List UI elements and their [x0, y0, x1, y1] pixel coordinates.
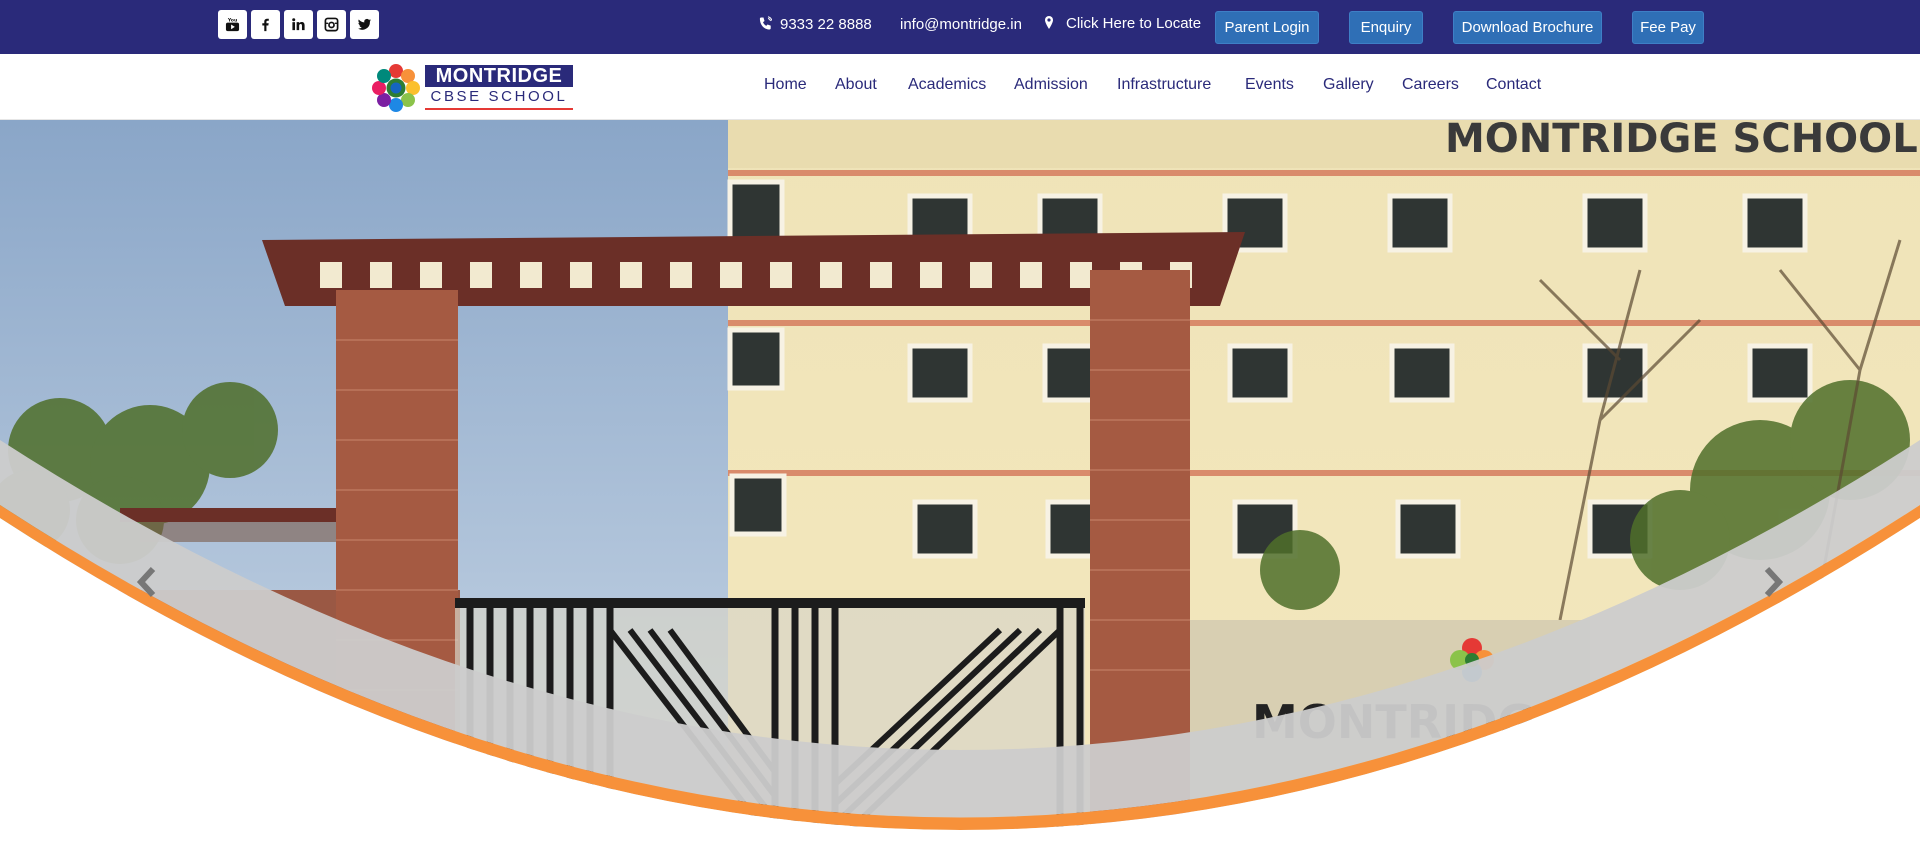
- youtube-icon[interactable]: You: [218, 10, 247, 39]
- phone-contact[interactable]: 9333 22 8888: [758, 0, 872, 48]
- social-links: You: [218, 10, 379, 39]
- logo-title: MONTRIDGE: [425, 65, 573, 87]
- facebook-icon[interactable]: [251, 10, 280, 39]
- email-address: info@montridge.in: [900, 15, 1022, 33]
- nav-events[interactable]: Events: [1245, 76, 1294, 94]
- locate-link[interactable]: Click Here to Locate: [1042, 0, 1201, 47]
- logo-underline: [425, 108, 573, 110]
- phone-icon: [758, 16, 772, 32]
- enquiry-button[interactable]: Enquiry: [1349, 11, 1423, 44]
- nav-academics[interactable]: Academics: [908, 76, 986, 94]
- email-contact[interactable]: info@montridge.in: [900, 0, 1022, 48]
- nav-admission[interactable]: Admission: [1014, 76, 1088, 94]
- fee-pay-button[interactable]: Fee Pay: [1632, 11, 1704, 44]
- map-marker-icon: [1042, 15, 1056, 31]
- school-logo[interactable]: MONTRIDGE CBSE SCHOOL: [372, 63, 574, 113]
- main-navbar: MONTRIDGE CBSE SCHOOL Home About Academi…: [0, 54, 1920, 120]
- locate-label: Click Here to Locate: [1066, 14, 1202, 32]
- nav-about[interactable]: About: [835, 76, 877, 94]
- logo-subtitle: CBSE SCHOOL: [430, 88, 568, 105]
- linkedin-icon[interactable]: [284, 10, 313, 39]
- twitter-icon[interactable]: [350, 10, 379, 39]
- download-brochure-button[interactable]: Download Brochure: [1453, 11, 1602, 44]
- hero-slider: MONTRIDGE SCHOOL: [0, 120, 1920, 844]
- chevron-left-icon: [136, 566, 156, 598]
- nav-careers[interactable]: Careers: [1402, 76, 1459, 94]
- svg-text:You: You: [227, 18, 238, 24]
- top-bar: You 9333 22 8888 info@montridge.in Click…: [0, 0, 1920, 54]
- building-sign: MONTRIDGE SCHOOL: [1445, 120, 1918, 162]
- nav-gallery[interactable]: Gallery: [1323, 76, 1374, 94]
- nav-contact[interactable]: Contact: [1486, 76, 1541, 94]
- nav-home[interactable]: Home: [764, 76, 807, 94]
- school-building-photo: MONTRIDGE SCHOOL: [0, 120, 1920, 844]
- chevron-right-icon: [1764, 566, 1784, 598]
- flower-emblem-icon: [372, 64, 420, 112]
- parent-login-button[interactable]: Parent Login: [1215, 11, 1319, 44]
- slider-prev-button[interactable]: [130, 560, 164, 604]
- instagram-icon[interactable]: [317, 10, 346, 39]
- phone-number: 9333 22 8888: [780, 15, 872, 33]
- slider-next-button[interactable]: [1756, 560, 1790, 604]
- nav-infrastructure[interactable]: Infrastructure: [1117, 76, 1211, 94]
